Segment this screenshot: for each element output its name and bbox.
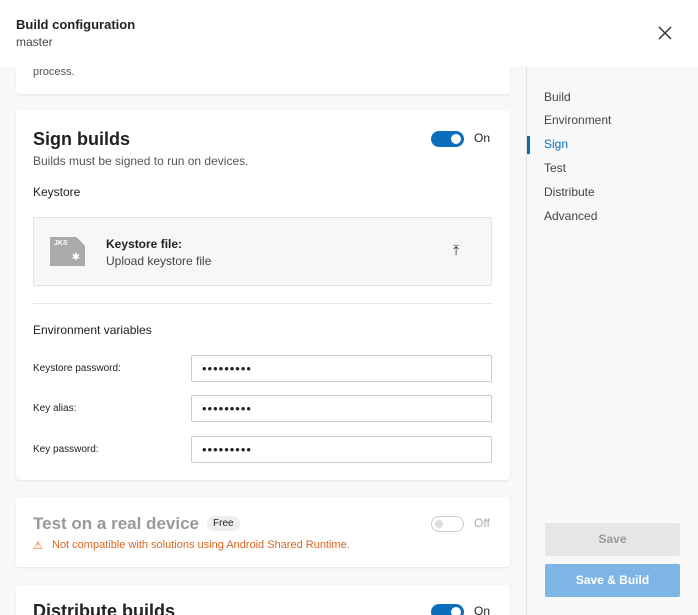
env-heading: Environment variables [33, 323, 152, 337]
sign-builds-card: Sign builds On Builds must be signed to … [16, 110, 510, 480]
test-device-card: Test on a real device Free Off ⚠ Not com… [16, 497, 510, 567]
dialog-title: Build configuration [16, 17, 136, 32]
sign-toggle[interactable] [431, 131, 464, 147]
nav-distribute[interactable]: Distribute [544, 185, 595, 199]
free-badge: Free [207, 516, 240, 531]
branch-name: master [16, 35, 53, 49]
key-alias-input[interactable]: ••••••••• [191, 395, 492, 422]
file-label: Keystore file: [106, 237, 183, 251]
keystore-password-input[interactable]: ••••••••• [191, 355, 492, 382]
divider [33, 303, 492, 304]
toggle-label: On [474, 604, 491, 615]
nav-build[interactable]: Build [544, 90, 571, 104]
close-icon[interactable] [654, 22, 676, 44]
upload-text: Upload keystore file [106, 254, 212, 268]
nav-test[interactable]: Test [544, 161, 566, 175]
settings-scroll-area[interactable]: process. Sign builds On Builds must be s… [0, 67, 526, 615]
save-and-build-button[interactable]: Save & Build [545, 564, 680, 597]
toggle-label: Off [474, 516, 490, 530]
jks-file-icon: JKS ✱ [50, 237, 85, 266]
key-password-label: Key password: [33, 444, 99, 455]
save-button[interactable]: Save [545, 523, 680, 556]
keystore-upload[interactable]: JKS ✱ Keystore file: Upload keystore fil… [33, 217, 492, 286]
card-text: process. [33, 67, 75, 78]
test-toggle[interactable] [431, 516, 464, 532]
nav-environment[interactable]: Environment [544, 113, 611, 127]
distribute-toggle[interactable] [431, 604, 464, 615]
key-password-input[interactable]: ••••••••• [191, 436, 492, 463]
warning-icon: ⚠ [33, 540, 43, 552]
upload-icon[interactable]: ⤒ [453, 242, 459, 259]
toggle-label: On [474, 131, 491, 145]
nav-advanced[interactable]: Advanced [544, 209, 597, 223]
key-alias-label: Key alias: [33, 403, 77, 414]
keystore-password-label: Keystore password: [33, 363, 121, 374]
keystore-heading: Keystore [33, 185, 81, 199]
distribute-card: Distribute builds On [16, 585, 510, 615]
card-title: Sign builds [33, 129, 130, 149]
card-description: Builds must be signed to run on devices. [33, 154, 249, 168]
dialog-header: Build configuration master [0, 0, 698, 67]
card-title: Test on a real device [33, 514, 199, 533]
previous-card: process. [16, 67, 510, 94]
active-indicator [527, 136, 530, 154]
section-nav: Build Environment Sign Test Distribute A… [526, 67, 698, 615]
nav-sign[interactable]: Sign [544, 137, 568, 151]
card-title: Distribute builds [33, 601, 176, 615]
warning-text: Not compatible with solutions using Andr… [52, 539, 350, 551]
